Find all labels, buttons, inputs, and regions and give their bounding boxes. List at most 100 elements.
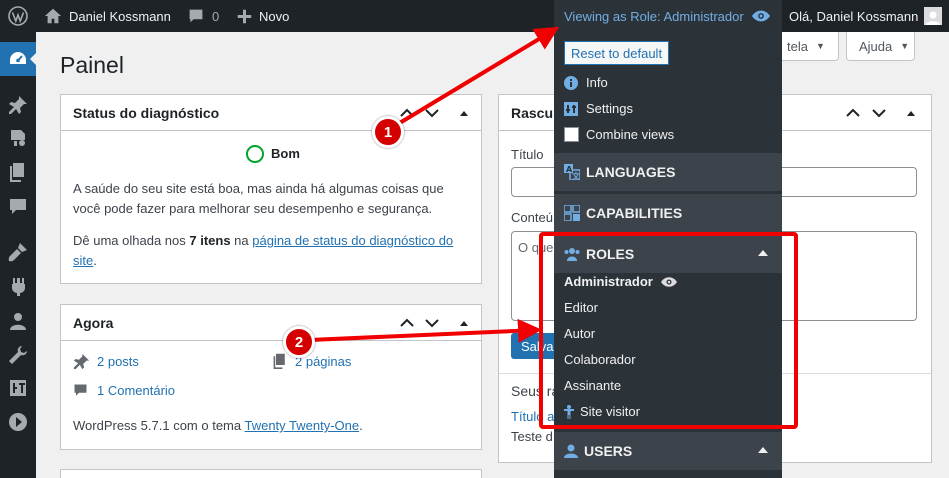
new-content-menu[interactable]: Novo [237,0,289,32]
settings-label: Settings [586,101,633,116]
caret-up-icon [758,249,774,257]
combine-views-checkbox[interactable] [564,127,579,142]
health-circle-icon [245,144,265,164]
visitor-icon [564,404,574,419]
site-name: Daniel Kossmann [69,8,171,24]
svg-text:文: 文 [572,171,580,180]
translation-icon: A文 [564,164,586,180]
pages-count-item[interactable]: 2 páginas [272,353,351,369]
theme-link[interactable]: Twenty Twenty-One [244,418,359,433]
role-administrador[interactable]: Administrador [564,274,677,289]
comments-icon[interactable] [8,197,28,217]
users-icon[interactable] [8,311,28,331]
tools-wrench-icon[interactable] [8,345,28,365]
admin-bar: Daniel Kossmann 0 Novo Viewing as Role: … [0,0,949,32]
draft-content-label: Conteú [511,210,553,225]
health-description-line2: você pode fazer para melhorar seu desemp… [73,201,433,216]
greeting: Olá, Daniel Kossmann [789,8,919,24]
reset-to-default-button[interactable]: Reset to default [564,41,670,65]
collapse-menu-icon[interactable] [8,412,28,432]
info-item[interactable]: Info [564,75,608,90]
site-health-header: Status do diagnóstico [61,95,481,131]
appearance-brush-icon[interactable] [8,242,28,262]
toggle-panel-icon[interactable] [903,105,919,121]
role-administrador-label: Administrador [564,274,653,289]
dashboard-gauge-icon [8,49,28,69]
draft-content-placeholder: O que [518,240,554,255]
draft-title-label: Título [511,147,544,162]
roles-section[interactable]: ROLES [554,235,782,273]
users-label: USERS [584,443,633,459]
chevron-down-icon[interactable] [424,315,440,331]
user-account-menu[interactable]: Olá, Daniel Kossmann [789,0,943,32]
settings-item[interactable]: Settings [564,101,633,116]
chevron-down-icon[interactable] [424,105,440,121]
annotation-badge-2: 2 [283,326,315,358]
look-prefix: Dê uma olhada nos [73,233,190,248]
comments-count-link[interactable]: 1 Comentário [97,383,175,398]
admin-side-menu [0,32,36,478]
role-editor[interactable]: Editor [564,300,598,315]
site-health-title: Status do diagnóstico [73,104,220,121]
comments-count-item[interactable]: 1 Comentário [73,383,175,398]
caret-up-icon [758,446,774,454]
role-assinante[interactable]: Assinante [564,378,621,393]
role-colaborador-label: Colaborador [564,352,636,367]
chevron-up-icon[interactable] [845,105,861,121]
wordpress-version-line: WordPress 5.7.1 com o tema Twenty Twenty… [73,418,363,433]
caret-down-icon: ▼ [900,41,910,51]
role-autor-label: Autor [564,326,596,341]
help-button[interactable]: Ajuda ▼ [846,32,915,61]
chevron-up-icon[interactable] [399,105,415,121]
role-autor[interactable]: Autor [564,326,595,341]
view-as-menu[interactable]: Viewing as Role: Administrador [554,0,782,32]
help-label: Ajuda [859,38,893,54]
toggle-panel-icon[interactable] [456,315,472,331]
new-label: Novo [259,8,290,24]
save-draft-label: Salva [521,338,554,354]
site-name-menu[interactable]: Daniel Kossmann [44,0,171,32]
comments-count: 0 [212,8,220,24]
page-title: Painel [60,52,124,78]
site-health-link[interactable]: página de status do diagnóstico do [252,233,453,248]
capabilities-label: CAPABILITIES [586,205,683,221]
languages-section[interactable]: A文 LANGUAGES [554,153,782,191]
pin-posts-icon[interactable] [8,95,28,115]
settings-sliders-icon[interactable] [8,378,28,398]
pages-icon[interactable] [8,162,28,182]
screen-options-label: tela [787,38,808,54]
reset-label: Reset to default [571,45,663,61]
at-a-glance-header: Agora [61,305,481,341]
capabilities-grid-icon [564,205,586,221]
user-icon [564,444,584,458]
comment-bubble-icon [73,383,88,398]
role-site-visitor[interactable]: Site visitor [564,404,640,419]
posts-count-item[interactable]: 2 posts [73,353,139,370]
combine-views-item[interactable]: Combine views [564,127,674,142]
at-a-glance-title: Agora [73,314,114,331]
roles-group-icon [564,247,586,261]
look-mid: na [230,233,253,248]
posts-count-link[interactable]: 2 posts [97,354,139,369]
annotation-badge-1: 1 [372,116,404,148]
site-health-link-continued[interactable]: site [73,253,93,268]
role-colaborador[interactable]: Colaborador [564,352,636,367]
recent-draft-link[interactable]: Título a [511,409,554,424]
avatar [924,7,943,25]
viewing-as-label: Viewing as Role: Administrador [564,8,744,24]
info-label: Info [586,75,608,90]
wordpress-logo-icon[interactable] [8,0,28,32]
recent-drafts-heading: Seus ra [511,383,560,399]
media-icon[interactable] [8,128,28,148]
chevron-up-icon[interactable] [399,315,415,331]
menu-item-dashboard[interactable] [0,42,36,76]
users-section[interactable]: USERS [554,432,782,470]
comments-menu[interactable]: 0 [188,0,219,32]
chevron-down-icon[interactable] [871,105,887,121]
version-text: WordPress 5.7.1 com o tema [73,418,245,433]
toggle-panel-icon[interactable] [456,105,472,121]
roles-label: ROLES [586,246,635,262]
plugins-icon[interactable] [8,277,28,297]
period: . [93,253,97,268]
capabilities-section[interactable]: CAPABILITIES [554,194,782,232]
